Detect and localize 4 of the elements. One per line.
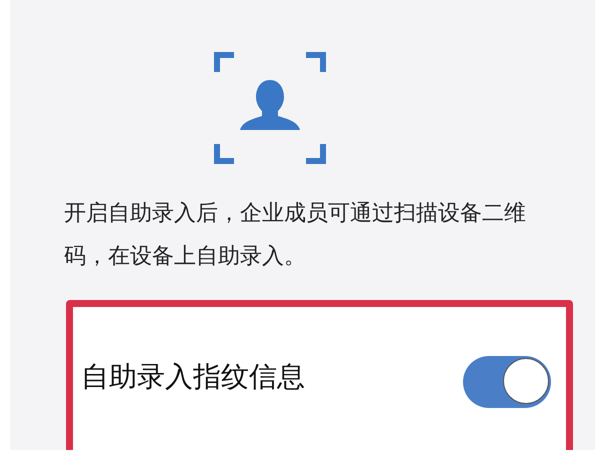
setting-label: 自助录入指纹信息 <box>81 359 305 395</box>
description-text: 开启自助录入后，企业成员可通过扫描设备二维码，在设备上自助录入。 <box>64 200 527 271</box>
face-scan-icon <box>214 52 326 164</box>
toggle-switch[interactable] <box>463 356 551 408</box>
